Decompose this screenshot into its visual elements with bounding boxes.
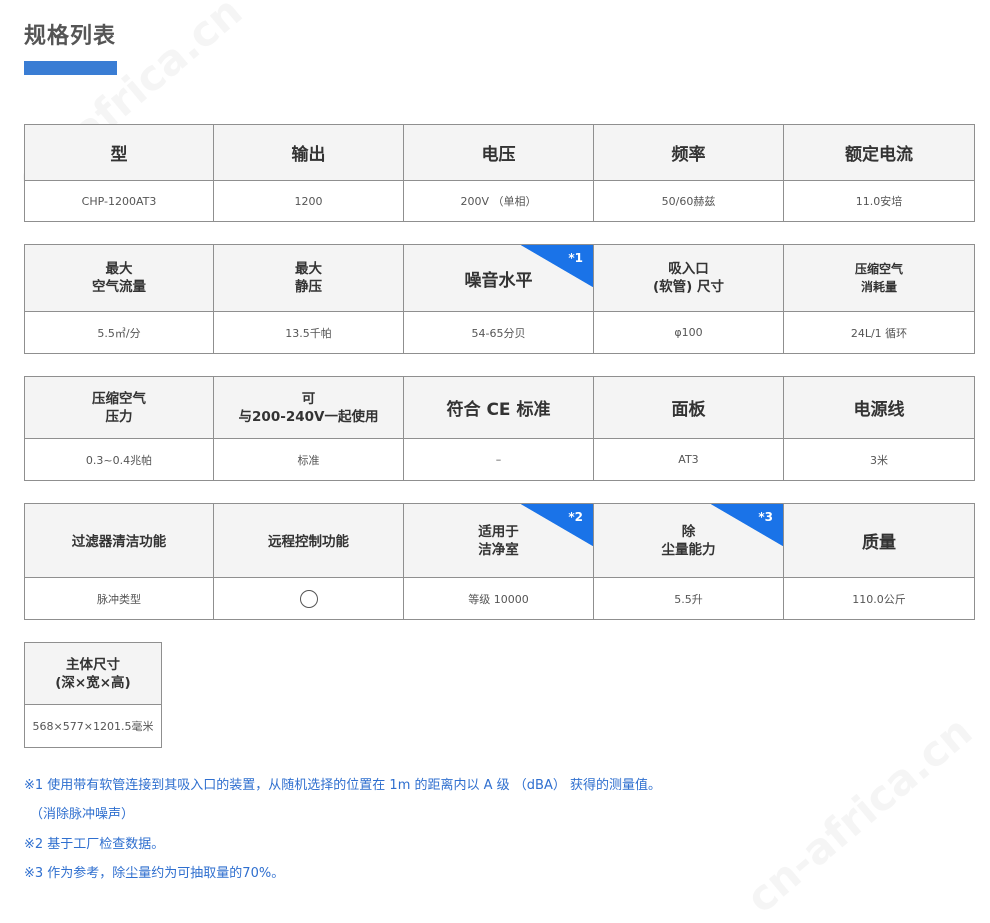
watermark-bottom: cn-africa.cn bbox=[736, 706, 982, 923]
footnote-1: ※1 使用带有软管连接到其吸入口的装置，从随机选择的位置在 1m 的距离内以 A… bbox=[24, 778, 661, 793]
value-voltage-compat: 标准 bbox=[213, 438, 404, 481]
header-air-pressure: 压缩空气 压力 bbox=[24, 376, 214, 439]
footnote-1-cont: （消除脉冲噪声） bbox=[30, 807, 135, 822]
spec-table-performance: 最大 空气流量 最大 静压 噪音水平 *1 吸入口 (软管) 尺寸 压缩空气 消… bbox=[24, 244, 975, 354]
value-rated-current: 11.0安培 bbox=[783, 180, 975, 222]
title-underline bbox=[24, 61, 117, 75]
header-output: 输出 bbox=[213, 124, 404, 181]
header-max-static-pressure: 最大 静压 bbox=[213, 244, 404, 312]
value-ce-compliance: – bbox=[403, 438, 594, 481]
header-panel: 面板 bbox=[593, 376, 784, 439]
value-air-consumption: 24L/1 循环 bbox=[783, 311, 975, 354]
circle-icon bbox=[299, 589, 318, 608]
header-rated-current: 额定电流 bbox=[783, 124, 975, 181]
value-air-pressure: 0.3~0.4兆帕 bbox=[24, 438, 214, 481]
footnote-3: ※3 作为参考，除尘量约为可抽取量的70%。 bbox=[24, 866, 285, 881]
value-voltage: 200V （单相） bbox=[403, 180, 594, 222]
value-dimensions: 568×577×1201.5毫米 bbox=[24, 704, 162, 748]
spec-table-functions: 过滤器清洁功能 远程控制功能 适用于 洁净室 *2 除 尘量能力 *3 质量 脉… bbox=[24, 503, 975, 620]
spec-table-electrical: 压缩空气 压力 可 与200-240V一起使用 符合 CE 标准 面板 电源线 … bbox=[24, 376, 975, 481]
header-ce-compliance: 符合 CE 标准 bbox=[403, 376, 594, 439]
value-filter-cleaning: 脉冲类型 bbox=[24, 577, 214, 620]
header-model: 型 bbox=[24, 124, 214, 181]
header-voltage-compat: 可 与200-240V一起使用 bbox=[213, 376, 404, 439]
note-badge-1: *1 bbox=[521, 245, 593, 287]
value-remote-control bbox=[213, 577, 404, 620]
header-dust-capacity: 除 尘量能力 *3 bbox=[593, 503, 784, 578]
header-inlet-size: 吸入口 (软管) 尺寸 bbox=[593, 244, 784, 312]
value-max-airflow: 5.5㎥/分 bbox=[24, 311, 214, 354]
header-remote-control: 远程控制功能 bbox=[213, 503, 404, 578]
page-title: 规格列表 bbox=[24, 24, 117, 49]
value-dust-capacity: 5.5升 bbox=[593, 577, 784, 620]
header-voltage: 电压 bbox=[403, 124, 594, 181]
header-max-airflow: 最大 空气流量 bbox=[24, 244, 214, 312]
header-mass: 质量 bbox=[783, 503, 975, 578]
header-dimensions: 主体尺寸 (深×宽×高) bbox=[24, 642, 162, 705]
spec-table-dimensions: 主体尺寸 (深×宽×高) 568×577×1201.5毫米 bbox=[24, 642, 162, 748]
value-output: 1200 bbox=[213, 180, 404, 222]
spec-table-basic: 型 输出 电压 频率 额定电流 CHP-1200AT3 1200 200V （单… bbox=[24, 124, 975, 222]
value-power-cord: 3米 bbox=[783, 438, 975, 481]
value-model: CHP-1200AT3 bbox=[24, 180, 214, 222]
header-filter-cleaning: 过滤器清洁功能 bbox=[24, 503, 214, 578]
header-power-cord: 电源线 bbox=[783, 376, 975, 439]
header-air-consumption: 压缩空气 消耗量 bbox=[783, 244, 975, 312]
footnote-2: ※2 基于工厂检查数据。 bbox=[24, 837, 165, 852]
value-mass: 110.0公斤 bbox=[783, 577, 975, 620]
note-badge-3: *3 bbox=[711, 504, 783, 546]
value-max-static-pressure: 13.5千帕 bbox=[213, 311, 404, 354]
value-inlet-size: φ100 bbox=[593, 311, 784, 354]
value-panel: AT3 bbox=[593, 438, 784, 481]
header-noise-level: 噪音水平 *1 bbox=[403, 244, 594, 312]
value-noise-level: 54-65分贝 bbox=[403, 311, 594, 354]
header-cleanroom: 适用于 洁净室 *2 bbox=[403, 503, 594, 578]
value-cleanroom: 等级 10000 bbox=[403, 577, 594, 620]
note-badge-2: *2 bbox=[521, 504, 593, 546]
value-frequency: 50/60赫兹 bbox=[593, 180, 784, 222]
header-frequency: 频率 bbox=[593, 124, 784, 181]
